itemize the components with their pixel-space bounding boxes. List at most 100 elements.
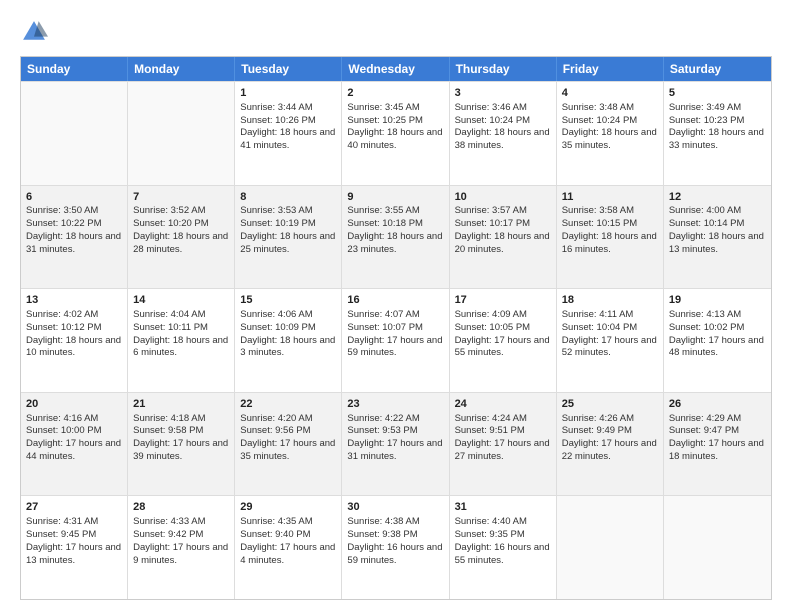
day-info: Sunset: 9:53 PM: [347, 425, 443, 438]
day-info: Sunset: 10:15 PM: [562, 218, 658, 231]
day-number: 31: [455, 500, 551, 515]
day-number: 10: [455, 190, 551, 205]
day-info: Sunrise: 3:48 AM: [562, 102, 658, 115]
calendar-body: 1Sunrise: 3:44 AMSunset: 10:26 PMDayligh…: [21, 81, 771, 599]
day-number: 23: [347, 397, 443, 412]
calendar-cell: [21, 82, 128, 185]
day-number: 15: [240, 293, 336, 308]
day-info: Sunrise: 3:45 AM: [347, 102, 443, 115]
day-info: Sunset: 10:11 PM: [133, 322, 229, 335]
calendar-cell: 31Sunrise: 4:40 AMSunset: 9:35 PMDayligh…: [450, 496, 557, 599]
calendar-cell: 27Sunrise: 4:31 AMSunset: 9:45 PMDayligh…: [21, 496, 128, 599]
day-info: Sunrise: 4:40 AM: [455, 516, 551, 529]
day-info: Daylight: 17 hours and 39 minutes.: [133, 438, 229, 464]
calendar-row: 6Sunrise: 3:50 AMSunset: 10:22 PMDayligh…: [21, 185, 771, 289]
day-info: Sunrise: 4:22 AM: [347, 413, 443, 426]
day-info: Daylight: 18 hours and 6 minutes.: [133, 335, 229, 361]
calendar-cell: 12Sunrise: 4:00 AMSunset: 10:14 PMDaylig…: [664, 186, 771, 289]
day-number: 16: [347, 293, 443, 308]
day-number: 21: [133, 397, 229, 412]
day-info: Sunrise: 3:46 AM: [455, 102, 551, 115]
calendar-cell: 23Sunrise: 4:22 AMSunset: 9:53 PMDayligh…: [342, 393, 449, 496]
day-info: Daylight: 18 hours and 10 minutes.: [26, 335, 122, 361]
day-info: Daylight: 18 hours and 13 minutes.: [669, 231, 766, 257]
day-number: 26: [669, 397, 766, 412]
calendar-cell: 22Sunrise: 4:20 AMSunset: 9:56 PMDayligh…: [235, 393, 342, 496]
day-number: 12: [669, 190, 766, 205]
day-info: Sunrise: 4:29 AM: [669, 413, 766, 426]
calendar-row: 27Sunrise: 4:31 AMSunset: 9:45 PMDayligh…: [21, 495, 771, 599]
day-info: Sunrise: 3:53 AM: [240, 205, 336, 218]
logo: [20, 18, 52, 46]
day-info: Daylight: 18 hours and 41 minutes.: [240, 127, 336, 153]
day-number: 19: [669, 293, 766, 308]
calendar-cell: 21Sunrise: 4:18 AMSunset: 9:58 PMDayligh…: [128, 393, 235, 496]
day-info: Daylight: 18 hours and 28 minutes.: [133, 231, 229, 257]
day-info: Sunrise: 4:38 AM: [347, 516, 443, 529]
day-info: Sunrise: 4:31 AM: [26, 516, 122, 529]
day-number: 18: [562, 293, 658, 308]
day-info: Sunset: 10:24 PM: [562, 115, 658, 128]
day-info: Sunset: 10:23 PM: [669, 115, 766, 128]
day-info: Sunrise: 3:52 AM: [133, 205, 229, 218]
day-info: Sunset: 9:35 PM: [455, 529, 551, 542]
day-info: Sunset: 10:19 PM: [240, 218, 336, 231]
day-info: Sunset: 10:12 PM: [26, 322, 122, 335]
day-number: 8: [240, 190, 336, 205]
calendar-cell: 17Sunrise: 4:09 AMSunset: 10:05 PMDaylig…: [450, 289, 557, 392]
day-number: 17: [455, 293, 551, 308]
calendar-cell: 15Sunrise: 4:06 AMSunset: 10:09 PMDaylig…: [235, 289, 342, 392]
day-info: Daylight: 18 hours and 33 minutes.: [669, 127, 766, 153]
day-number: 27: [26, 500, 122, 515]
day-number: 30: [347, 500, 443, 515]
day-info: Sunset: 9:51 PM: [455, 425, 551, 438]
day-number: 22: [240, 397, 336, 412]
day-info: Daylight: 17 hours and 9 minutes.: [133, 542, 229, 568]
day-info: Daylight: 17 hours and 13 minutes.: [26, 542, 122, 568]
calendar-cell: [664, 496, 771, 599]
day-info: Daylight: 16 hours and 55 minutes.: [455, 542, 551, 568]
day-number: 24: [455, 397, 551, 412]
day-info: Daylight: 18 hours and 35 minutes.: [562, 127, 658, 153]
calendar-cell: 25Sunrise: 4:26 AMSunset: 9:49 PMDayligh…: [557, 393, 664, 496]
day-number: 29: [240, 500, 336, 515]
day-number: 2: [347, 86, 443, 101]
day-number: 3: [455, 86, 551, 101]
day-info: Sunset: 9:38 PM: [347, 529, 443, 542]
day-info: Sunset: 10:02 PM: [669, 322, 766, 335]
calendar-cell: 29Sunrise: 4:35 AMSunset: 9:40 PMDayligh…: [235, 496, 342, 599]
day-info: Sunrise: 4:24 AM: [455, 413, 551, 426]
day-info: Sunset: 10:09 PM: [240, 322, 336, 335]
calendar-cell: 16Sunrise: 4:07 AMSunset: 10:07 PMDaylig…: [342, 289, 449, 392]
day-info: Sunrise: 4:06 AM: [240, 309, 336, 322]
calendar-cell: 7Sunrise: 3:52 AMSunset: 10:20 PMDayligh…: [128, 186, 235, 289]
day-info: Sunrise: 4:02 AM: [26, 309, 122, 322]
calendar-row: 1Sunrise: 3:44 AMSunset: 10:26 PMDayligh…: [21, 81, 771, 185]
day-info: Daylight: 18 hours and 25 minutes.: [240, 231, 336, 257]
day-info: Sunset: 9:42 PM: [133, 529, 229, 542]
day-info: Sunset: 10:22 PM: [26, 218, 122, 231]
day-info: Sunset: 10:05 PM: [455, 322, 551, 335]
day-info: Daylight: 18 hours and 20 minutes.: [455, 231, 551, 257]
day-number: 14: [133, 293, 229, 308]
calendar-cell: 30Sunrise: 4:38 AMSunset: 9:38 PMDayligh…: [342, 496, 449, 599]
day-number: 28: [133, 500, 229, 515]
day-info: Daylight: 17 hours and 31 minutes.: [347, 438, 443, 464]
header-monday: Monday: [128, 57, 235, 81]
header-saturday: Saturday: [664, 57, 771, 81]
day-info: Sunset: 10:20 PM: [133, 218, 229, 231]
day-info: Sunset: 9:47 PM: [669, 425, 766, 438]
calendar-cell: 14Sunrise: 4:04 AMSunset: 10:11 PMDaylig…: [128, 289, 235, 392]
day-info: Daylight: 16 hours and 59 minutes.: [347, 542, 443, 568]
day-info: Sunset: 10:04 PM: [562, 322, 658, 335]
day-info: Sunset: 9:40 PM: [240, 529, 336, 542]
calendar-cell: [128, 82, 235, 185]
calendar-cell: 24Sunrise: 4:24 AMSunset: 9:51 PMDayligh…: [450, 393, 557, 496]
calendar-cell: 6Sunrise: 3:50 AMSunset: 10:22 PMDayligh…: [21, 186, 128, 289]
day-number: 11: [562, 190, 658, 205]
calendar-cell: 26Sunrise: 4:29 AMSunset: 9:47 PMDayligh…: [664, 393, 771, 496]
day-info: Sunrise: 4:13 AM: [669, 309, 766, 322]
day-info: Sunrise: 4:26 AM: [562, 413, 658, 426]
day-info: Sunrise: 3:55 AM: [347, 205, 443, 218]
day-info: Sunrise: 3:58 AM: [562, 205, 658, 218]
